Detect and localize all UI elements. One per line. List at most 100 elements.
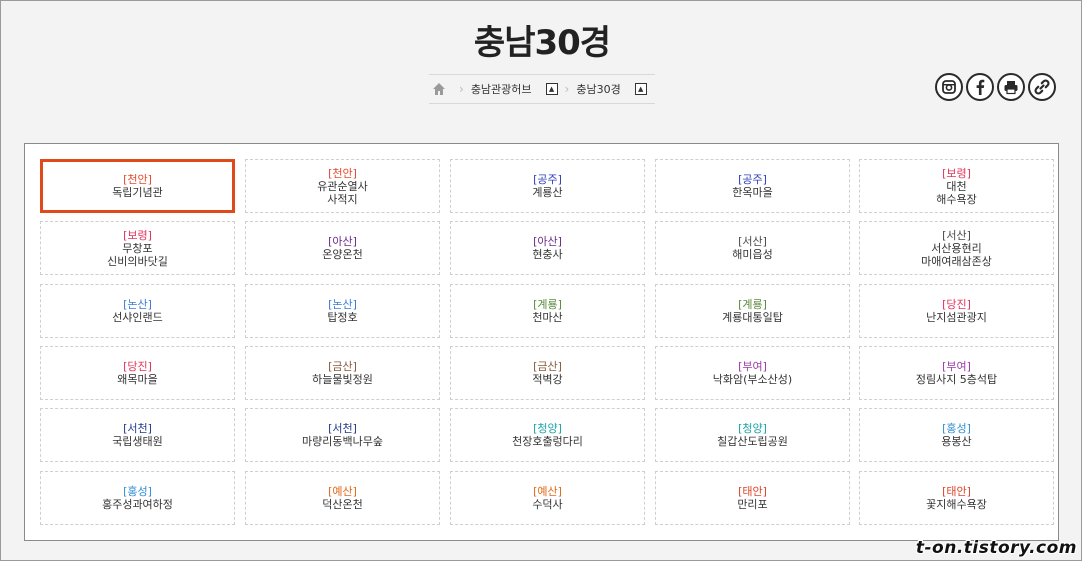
attraction-item[interactable]: [금산] 적벽강: [450, 346, 645, 400]
attraction-item[interactable]: [아산] 현충사: [450, 221, 645, 275]
watermark: t-on.tistory.com: [915, 538, 1077, 558]
attraction-region: [논산]: [328, 298, 357, 311]
attraction-item[interactable]: [계룡] 천마산: [450, 284, 645, 338]
attraction-region: [예산]: [328, 485, 357, 498]
attraction-name: 한옥마을: [732, 186, 773, 199]
attraction-item[interactable]: [청양] 칠갑산도립공원: [655, 408, 850, 462]
attraction-name: 난지섬관광지: [926, 311, 987, 324]
breadcrumb-item-hub[interactable]: 충남관광허브: [471, 81, 532, 97]
attraction-region: [부여]: [942, 360, 971, 373]
attraction-region: [금산]: [328, 360, 357, 373]
attraction-item[interactable]: [계룡] 계룡대통일탑: [655, 284, 850, 338]
attraction-item[interactable]: [논산] 선샤인랜드: [40, 284, 235, 338]
attraction-region: [청양]: [738, 422, 767, 435]
attraction-name: 꽃지해수욕장: [926, 498, 987, 511]
breadcrumb-item-current[interactable]: 충남30경: [576, 81, 620, 97]
attraction-item[interactable]: [홍성] 용봉산: [859, 408, 1054, 462]
attraction-region: [부여]: [738, 360, 767, 373]
attraction-region: [계룡]: [533, 298, 562, 311]
attraction-item[interactable]: [천안] 독립기념관: [40, 159, 235, 213]
attraction-item[interactable]: [아산] 온양온천: [245, 221, 440, 275]
attraction-item[interactable]: [서천] 마량리동백나무숲: [245, 408, 440, 462]
attraction-item[interactable]: [공주] 계룡산: [450, 159, 645, 213]
attraction-name: 홍주성과여하정: [102, 498, 173, 511]
breadcrumb: › 충남관광허브 ▲ › 충남30경 ▲: [429, 74, 655, 104]
attractions-panel: [천안] 독립기념관 [천안] 유관순열사 사적지 [공주] 계룡산 [공주] 한옥마을 [보령…: [24, 143, 1059, 541]
attraction-name: 국립생태원: [112, 435, 163, 448]
attraction-item[interactable]: [홍성] 홍주성과여하정: [40, 471, 235, 525]
attraction-name: 하늘물빛정원: [312, 373, 373, 386]
attraction-region: [당진]: [123, 360, 152, 373]
attraction-item[interactable]: [공주] 한옥마을: [655, 159, 850, 213]
attraction-region: [홍성]: [123, 485, 152, 498]
attraction-item[interactable]: [부여] 낙화암(부소산성): [655, 346, 850, 400]
attraction-region: [아산]: [533, 235, 562, 248]
attraction-item[interactable]: [당진] 왜목마을: [40, 346, 235, 400]
attraction-region: [보령]: [123, 228, 152, 242]
attraction-region: [예산]: [533, 485, 562, 498]
attraction-region: [서천]: [328, 422, 357, 435]
breadcrumb-dropdown-toggle[interactable]: ▲: [545, 83, 558, 95]
attraction-name: 수덕사: [532, 498, 563, 511]
breadcrumb-dropdown-toggle[interactable]: ▲: [634, 83, 647, 95]
link-icon[interactable]: [1028, 73, 1056, 101]
attraction-item[interactable]: [당진] 난지섬관광지: [859, 284, 1054, 338]
attraction-region: [서산]: [738, 235, 767, 248]
attraction-name: 탑정호: [327, 311, 358, 324]
attraction-name: 용봉산: [941, 435, 972, 448]
attraction-region: [천안]: [123, 173, 152, 186]
attraction-region: [계룡]: [738, 298, 767, 311]
attraction-name: 덕산온천: [322, 498, 363, 511]
attraction-name: 정림사지 5층석탑: [915, 373, 998, 386]
attraction-region: [보령]: [942, 166, 971, 180]
attraction-item[interactable]: [천안] 유관순열사 사적지: [245, 159, 440, 213]
facebook-icon[interactable]: [966, 73, 994, 101]
attraction-name: 왜목마을: [117, 373, 158, 386]
attraction-name: 대천 해수욕장: [936, 179, 977, 206]
instagram-icon[interactable]: [935, 73, 963, 101]
attraction-item[interactable]: [보령] 무창포 신비의바닷길: [40, 221, 235, 275]
attraction-name: 칠갑산도립공원: [717, 435, 788, 448]
attraction-item[interactable]: [금산] 하늘물빛정원: [245, 346, 440, 400]
attraction-name: 현충사: [532, 248, 563, 261]
attraction-region: [공주]: [738, 173, 767, 186]
attraction-region: [서천]: [123, 422, 152, 435]
attraction-region: [천안]: [328, 166, 357, 180]
attraction-region: [금산]: [533, 360, 562, 373]
attraction-region: [공주]: [533, 173, 562, 186]
share-toolbar: [935, 73, 1059, 101]
attraction-region: [태안]: [942, 485, 971, 498]
attraction-item[interactable]: [청양] 천장호출렁다리: [450, 408, 645, 462]
attraction-item[interactable]: [서산] 해미읍성: [655, 221, 850, 275]
attraction-item[interactable]: [서천] 국립생태원: [40, 408, 235, 462]
attraction-item[interactable]: [예산] 덕산온천: [245, 471, 440, 525]
attraction-name: 유관순열사 사적지: [317, 179, 368, 206]
attraction-name: 무창포 신비의바닷길: [107, 241, 168, 268]
attraction-name: 만리포: [737, 498, 768, 511]
attraction-region: [태안]: [738, 485, 767, 498]
attraction-name: 계룡대통일탑: [722, 311, 783, 324]
attraction-item[interactable]: [태안] 만리포: [655, 471, 850, 525]
attraction-name: 적벽강: [532, 373, 563, 386]
attraction-region: [논산]: [123, 298, 152, 311]
attraction-name: 마량리동백나무숲: [302, 435, 383, 448]
attraction-region: [홍성]: [942, 422, 971, 435]
attraction-item[interactable]: [서산] 서산용현리 마애여래삼존상: [859, 221, 1054, 275]
print-icon[interactable]: [997, 73, 1025, 101]
attraction-region: [아산]: [328, 235, 357, 248]
attraction-region: [청양]: [533, 422, 562, 435]
attraction-item[interactable]: [태안] 꽃지해수욕장: [859, 471, 1054, 525]
chevron-right-icon: ›: [459, 82, 464, 96]
attraction-item[interactable]: [보령] 대천 해수욕장: [859, 159, 1054, 213]
attraction-name: 서산용현리 마애여래삼존상: [921, 241, 992, 268]
chevron-right-icon: ›: [564, 82, 570, 96]
attraction-name: 해미읍성: [732, 248, 773, 261]
attraction-item[interactable]: [논산] 탑정호: [245, 284, 440, 338]
attraction-name: 낙화암(부소산성): [712, 373, 793, 386]
home-icon[interactable]: [432, 82, 446, 96]
attraction-item[interactable]: [부여] 정림사지 5층석탑: [859, 346, 1054, 400]
attraction-name: 계룡산: [532, 186, 563, 199]
attraction-item[interactable]: [예산] 수덕사: [450, 471, 645, 525]
attraction-name: 천장호출렁다리: [512, 435, 583, 448]
attraction-name: 천마산: [532, 311, 563, 324]
